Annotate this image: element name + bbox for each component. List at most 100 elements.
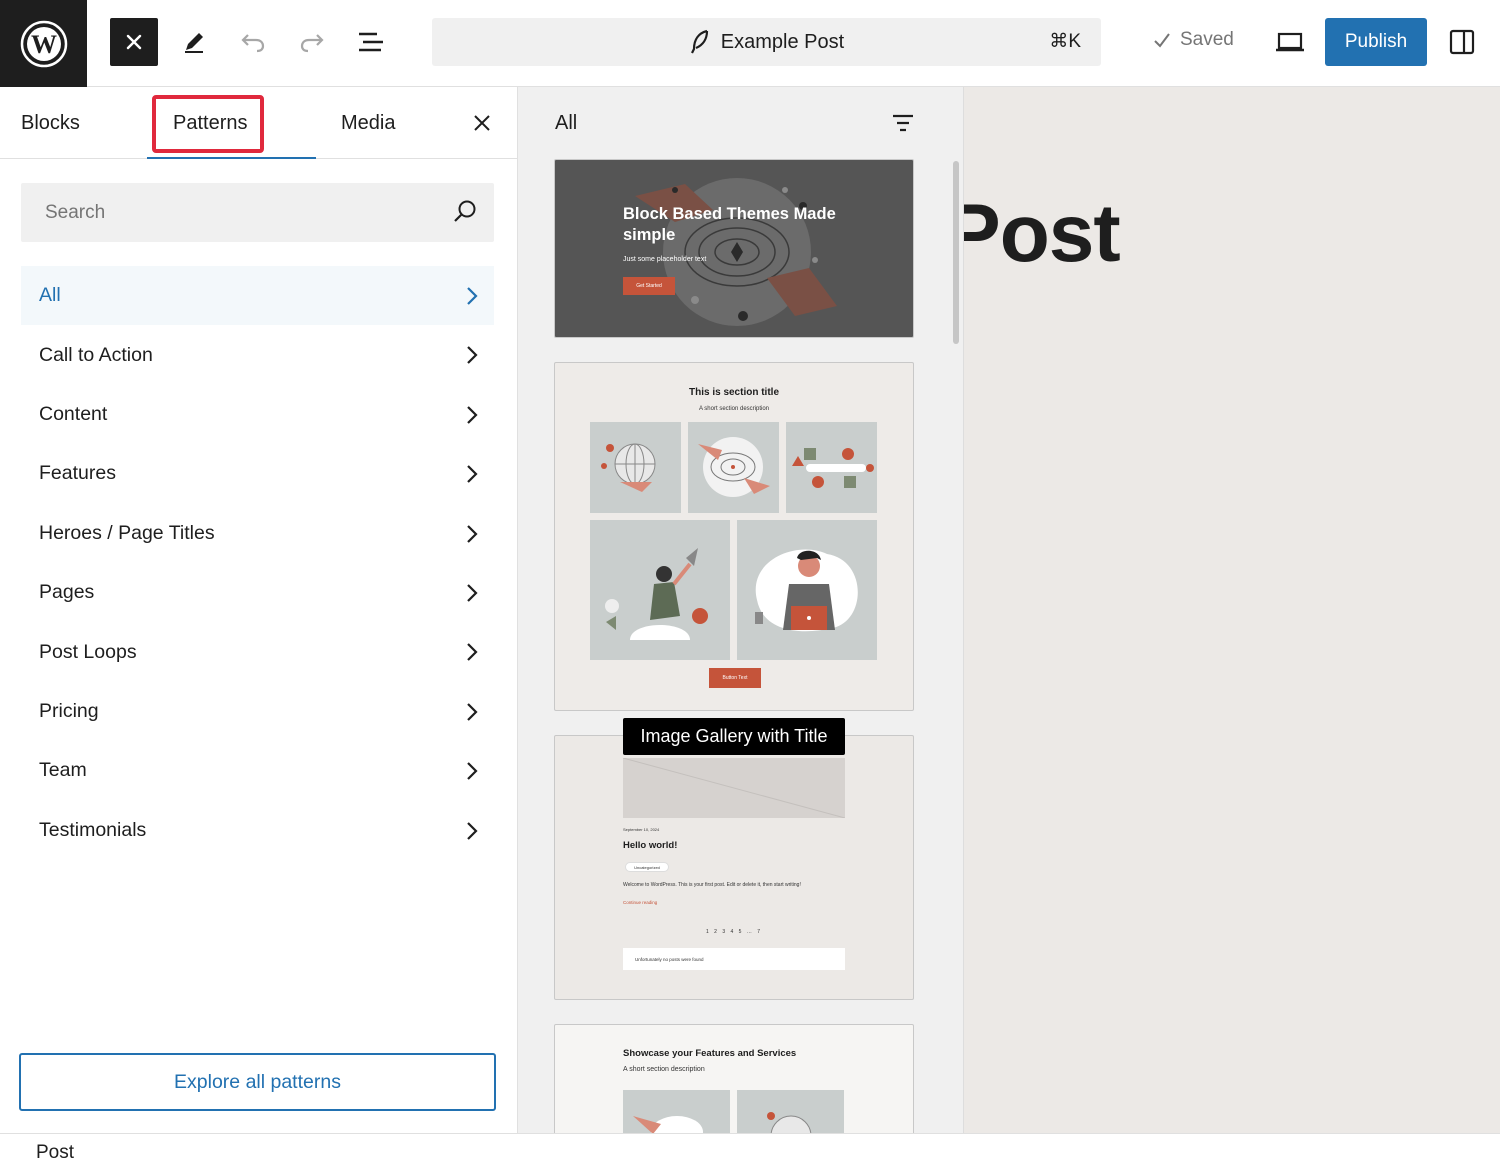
- breadcrumb-post[interactable]: Post: [36, 1142, 74, 1164]
- gallery-pattern-button: Button Text: [709, 668, 761, 688]
- post-featured-image-placeholder: [622, 757, 846, 819]
- hero-illustration-image: [635, 178, 837, 326]
- block-breadcrumb-bar: Post: [0, 1133, 1500, 1168]
- pattern-category-list: All Call to Action Content Features Hero…: [21, 266, 494, 860]
- gallery-person-flying-image: [590, 520, 730, 660]
- category-pricing[interactable]: Pricing: [21, 682, 494, 741]
- filter-icon[interactable]: [890, 111, 916, 137]
- patterns-tab-highlight: [152, 95, 264, 153]
- document-overview-button[interactable]: [347, 18, 395, 66]
- features-pattern-subtitle: A short section description: [623, 1066, 705, 1073]
- pattern-card-image-gallery[interactable]: This is section title A short section de…: [554, 362, 914, 711]
- category-all[interactable]: All: [21, 266, 494, 326]
- post-title-block[interactable]: Post: [964, 187, 1121, 281]
- pencil-icon: [185, 33, 203, 53]
- pattern-preview-panel: All Block Based Themes Made simple Just …: [518, 87, 964, 1133]
- gallery-galaxy-image: [688, 422, 779, 513]
- category-label: Call to Action: [39, 343, 153, 366]
- hero-pattern-subtitle: Just some placeholder text: [623, 256, 707, 263]
- selected-tab-indicator: [147, 157, 316, 159]
- chevron-right-icon: [467, 346, 478, 365]
- category-pages[interactable]: Pages: [21, 563, 494, 622]
- globe-illustration-icon: [767, 1112, 812, 1133]
- chevron-right-icon: [467, 821, 478, 840]
- redo-button[interactable]: [288, 18, 336, 66]
- wordpress-icon: W: [20, 20, 67, 67]
- scrollbar-thumb[interactable]: [953, 161, 959, 344]
- chevron-right-icon: [467, 584, 478, 602]
- category-post-loops[interactable]: Post Loops: [21, 622, 494, 681]
- post-excerpt: Welcome to WordPress. This is your first…: [623, 882, 801, 888]
- search-icon[interactable]: [452, 199, 478, 225]
- redo-icon: [300, 34, 324, 53]
- explore-all-patterns-button[interactable]: Explore all patterns: [19, 1053, 496, 1111]
- pattern-category-heading: All: [555, 112, 578, 134]
- pattern-name-tooltip: Image Gallery with Title: [623, 718, 845, 755]
- tools-button[interactable]: [170, 18, 218, 66]
- category-heroes-page-titles[interactable]: Heroes / Page Titles: [21, 504, 494, 563]
- keyboard-shortcut: ⌘K: [1049, 31, 1081, 52]
- close-icon: [474, 115, 490, 131]
- gallery-pattern-title: This is section title: [688, 387, 780, 398]
- post-pagination: 1 2 3 4 5 … 7: [705, 929, 763, 935]
- chevron-right-icon: [467, 702, 478, 721]
- no-posts-message: Unfortunately no posts were found: [623, 948, 845, 970]
- close-panel-button[interactable]: [466, 107, 498, 139]
- features-pattern-title: Showcase your Features and Services: [623, 1048, 797, 1059]
- undo-button[interactable]: [229, 18, 277, 66]
- hero-pattern-button: Get Started: [623, 277, 675, 295]
- galaxy-illustration-icon: [698, 437, 770, 497]
- category-features[interactable]: Features: [21, 444, 494, 503]
- tab-media[interactable]: Media: [341, 87, 395, 159]
- category-label: Team: [39, 759, 87, 782]
- globe-illustration-icon: [601, 443, 656, 492]
- post-date: September 10, 2024: [623, 827, 660, 832]
- category-label: Testimonials: [39, 818, 147, 841]
- preview-button[interactable]: [1266, 18, 1314, 66]
- category-testimonials[interactable]: Testimonials: [21, 801, 494, 860]
- sidebar-toggle-icon: [1449, 29, 1475, 55]
- tab-blocks[interactable]: Blocks: [21, 87, 80, 159]
- category-label: Content: [39, 402, 108, 425]
- list-view-icon: [359, 32, 383, 52]
- undo-icon: [241, 34, 265, 53]
- gallery-pattern-subtitle: A short section description: [698, 406, 770, 412]
- editor-canvas[interactable]: Post: [964, 87, 1500, 1133]
- check-icon: [1154, 33, 1170, 48]
- category-content[interactable]: Content: [21, 385, 494, 444]
- chevron-right-icon: [467, 406, 478, 424]
- category-label: Pricing: [39, 699, 99, 722]
- gallery-globe-image: [590, 422, 681, 513]
- feather-icon: [690, 29, 708, 54]
- close-inserter-button[interactable]: [110, 18, 158, 66]
- galaxy-illustration-icon: [633, 1116, 703, 1133]
- post-heading: Hello world!: [623, 840, 678, 851]
- pattern-card-post-loop[interactable]: September 10, 2024 Hello world! Uncatego…: [554, 735, 914, 1000]
- person-illustration-icon: [605, 548, 708, 640]
- search-input[interactable]: [21, 183, 441, 242]
- category-call-to-action[interactable]: Call to Action: [21, 325, 494, 384]
- features-image-2: [737, 1090, 844, 1133]
- features-image-1: [623, 1090, 730, 1133]
- gallery-shapes-image: [786, 422, 877, 513]
- document-title: Example Post: [720, 30, 845, 53]
- post-category-tag: Uncategorized: [625, 862, 669, 872]
- category-team[interactable]: Team: [21, 741, 494, 800]
- wordpress-logo-button[interactable]: W: [0, 0, 87, 87]
- hero-pattern-title: Block Based Themes Made simple: [623, 205, 836, 244]
- shapes-illustration-icon: [792, 448, 874, 488]
- category-label: Heroes / Page Titles: [39, 521, 215, 544]
- chevron-right-icon: [467, 643, 478, 662]
- laptop-person-illustration-icon: [755, 549, 858, 632]
- pattern-card-hero[interactable]: Block Based Themes Made simple Just some…: [554, 159, 914, 338]
- settings-sidebar-button[interactable]: [1438, 18, 1486, 66]
- command-palette-bar[interactable]: Example Post ⌘K: [432, 18, 1101, 66]
- editor-header: W Example Post ⌘K Saved Publish: [0, 0, 1500, 87]
- category-label: Features: [39, 462, 116, 485]
- pattern-card-features[interactable]: Showcase your Features and Services A sh…: [554, 1024, 914, 1133]
- inserter-tabs: Blocks Patterns Media: [0, 87, 517, 159]
- chevron-right-icon: [467, 287, 478, 305]
- publish-button[interactable]: Publish: [1325, 18, 1427, 66]
- close-icon: [126, 34, 142, 50]
- desktop-preview-icon: [1276, 32, 1304, 52]
